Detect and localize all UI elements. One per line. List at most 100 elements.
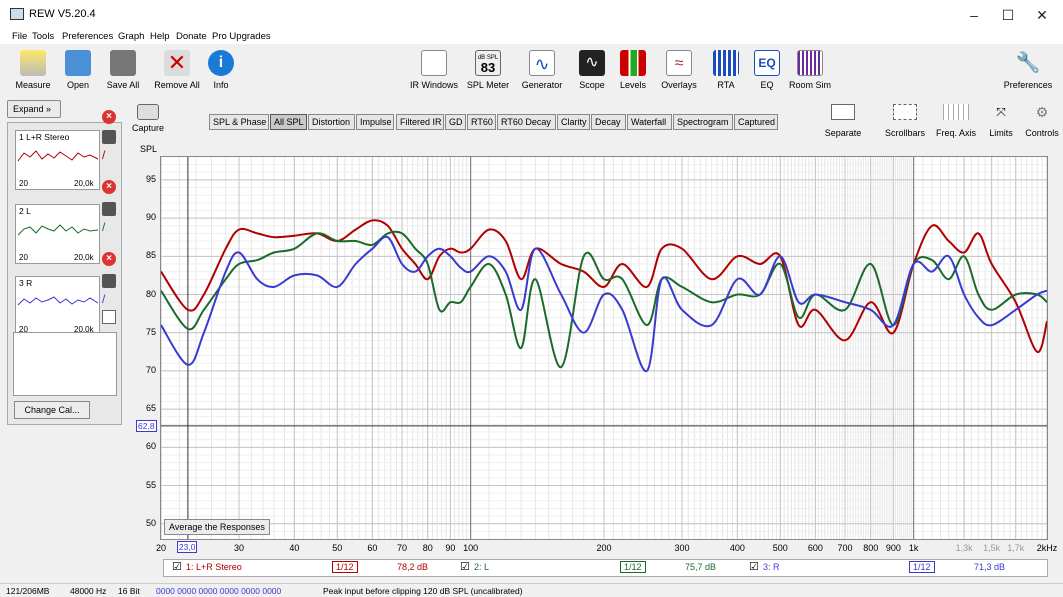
peak-input-status: Peak input before clipping 120 dB SPL (u… xyxy=(323,586,523,596)
menu-donate[interactable]: Donate xyxy=(176,31,207,42)
input-levels-status: 0000 0000 0000 0000 0000 0000 xyxy=(156,586,282,596)
tab-distortion[interactable]: Distortion xyxy=(308,114,355,130)
notes-area[interactable] xyxy=(13,332,117,396)
measurement-panel: 1 L+R Stereo 20 20,0k × / 2 L 20 20,0k ×… xyxy=(7,100,122,425)
sample-rate-status: 48000 Hz xyxy=(70,586,107,596)
x-tick-label: 1,3k xyxy=(955,543,973,553)
levels-button[interactable]: Levels xyxy=(616,50,650,90)
save-measurement-icon[interactable] xyxy=(102,202,116,216)
scrollbars-icon xyxy=(893,104,917,120)
rta-button[interactable]: RTA xyxy=(710,50,742,90)
freq-axis-button[interactable]: Freq. Axis xyxy=(932,104,980,138)
info-button[interactable]: i Info xyxy=(206,50,236,90)
measure-icon xyxy=(20,50,46,76)
scrollbars-button[interactable]: Scrollbars xyxy=(880,104,930,138)
series-value: 71,3 dB xyxy=(974,562,1006,572)
smoothing-badge[interactable]: 1/12 xyxy=(332,561,358,573)
x-cursor-readout: 23,0 xyxy=(176,541,198,553)
y-tick-label: 75 xyxy=(145,326,156,337)
measurement-thumbnail-3[interactable]: 3 R 20 20,0k xyxy=(15,276,100,336)
legend-bar: ☑ 1: L+R Stereo 1/12 78,2 dB ☑ 2: L 1/12 75,7 d… xyxy=(163,559,1048,577)
pencil-icon[interactable]: / xyxy=(102,292,116,306)
x-tick-label: 20 xyxy=(155,543,167,553)
controls-button[interactable]: ⚙ Controls xyxy=(1022,104,1062,138)
overlays-button[interactable]: ≈ Overlays xyxy=(658,50,700,90)
x-tick-label: 70 xyxy=(397,543,408,553)
remove-measurement-icon[interactable]: × xyxy=(102,110,116,124)
measurement-thumbnail-2[interactable]: 2 L 20 20,0k xyxy=(15,204,100,264)
y-tick-label: 90 xyxy=(145,212,156,223)
series-checkbox[interactable]: ☑ xyxy=(460,560,470,573)
separate-button[interactable]: Separate xyxy=(820,104,866,138)
ir-windows-button[interactable]: IR Windows xyxy=(408,50,460,90)
tab-gd[interactable]: GD xyxy=(445,114,466,130)
series-value: 78,2 dB xyxy=(397,562,429,572)
tab-impulse[interactable]: Impulse xyxy=(356,114,394,130)
spl-graph[interactable]: Average the Responses xyxy=(160,156,1048,540)
menu-pro-upgrades[interactable]: Pro Upgrades xyxy=(212,31,271,42)
series-value: 75,7 dB xyxy=(685,562,717,572)
x-tick-label: 90 xyxy=(445,543,456,553)
tick-high: 20,0k xyxy=(74,253,94,262)
tab-captured[interactable]: Captured xyxy=(734,114,778,130)
limits-button[interactable]: ⤧ Limits xyxy=(984,104,1018,138)
y-tick-label: 60 xyxy=(145,441,156,452)
remove-all-button[interactable]: ✕ Remove All xyxy=(152,50,202,90)
remove-measurement-icon[interactable]: × xyxy=(102,180,116,194)
open-button[interactable]: Open xyxy=(60,50,96,90)
series-name: 3: R xyxy=(763,562,780,572)
tab-rt60[interactable]: RT60 xyxy=(467,114,496,130)
ir-windows-icon xyxy=(421,50,447,76)
tab-waterfall[interactable]: Waterfall xyxy=(627,114,672,130)
menu-help[interactable]: Help xyxy=(150,31,170,42)
measurement-thumbnail-1[interactable]: 1 L+R Stereo 20 20,0k xyxy=(15,130,100,190)
series-name: 1: L+R Stereo xyxy=(186,562,242,572)
save-measurement-icon[interactable] xyxy=(102,130,116,144)
x-tick-label: 1k xyxy=(908,543,919,553)
save-icon xyxy=(110,50,136,76)
rta-icon xyxy=(713,50,739,76)
menu-tools[interactable]: Tools xyxy=(32,31,54,42)
notes-icon[interactable] xyxy=(102,310,116,324)
tick-low: 20 xyxy=(19,253,28,262)
generator-button[interactable]: ∿ Generator xyxy=(520,50,564,90)
save-all-button[interactable]: Save All xyxy=(104,50,142,90)
close-button[interactable]: ✕ xyxy=(1020,0,1063,30)
x-tick-label: 2kHz xyxy=(1036,543,1058,553)
preferences-button[interactable]: 🔧 Preferences xyxy=(1000,50,1056,90)
remove-measurement-icon[interactable]: × xyxy=(102,252,116,266)
capture-button[interactable]: Capture xyxy=(126,104,170,133)
x-tick-label: 80 xyxy=(422,543,433,553)
tab-spl-phase[interactable]: SPL & Phase xyxy=(209,114,269,130)
series-checkbox[interactable]: ☑ xyxy=(749,560,759,573)
tab-spectrogram[interactable]: Spectrogram xyxy=(673,114,733,130)
tab-rt60-decay[interactable]: RT60 Decay xyxy=(497,114,556,130)
spl-meter-button[interactable]: dB SPL 83 SPL Meter xyxy=(466,50,510,90)
pencil-icon[interactable]: / xyxy=(102,220,116,234)
scope-button[interactable]: ∿ Scope xyxy=(574,50,610,90)
menu-preferences[interactable]: Preferences xyxy=(62,31,113,42)
series-checkbox[interactable]: ☑ xyxy=(172,560,182,573)
menu-file[interactable]: File xyxy=(12,31,27,42)
tab-filtered-ir[interactable]: Filtered IR xyxy=(396,114,444,130)
room-sim-button[interactable]: Room Sim xyxy=(788,50,832,90)
smoothing-badge[interactable]: 1/12 xyxy=(620,561,646,573)
menu-graph[interactable]: Graph xyxy=(118,31,144,42)
pencil-icon[interactable]: / xyxy=(102,148,116,162)
tab-all-spl[interactable]: All SPL xyxy=(270,114,307,130)
tab-decay[interactable]: Decay xyxy=(591,114,626,130)
eq-button[interactable]: EQ EQ xyxy=(752,50,782,90)
menu-bar: File Tools Preferences Graph Help Donate… xyxy=(0,30,1063,44)
y-axis-label: SPL xyxy=(140,144,158,154)
levels-icon xyxy=(620,50,646,76)
freq-axis-icon xyxy=(943,104,969,120)
remove-icon: ✕ xyxy=(164,50,190,76)
toolbar: Measure Open Save All ✕ Remove All i Info … xyxy=(0,44,1063,97)
average-responses-button[interactable]: Average the Responses xyxy=(164,519,270,535)
tab-clarity[interactable]: Clarity xyxy=(557,114,590,130)
smoothing-badge[interactable]: 1/12 xyxy=(909,561,935,573)
spl-chart[interactable] xyxy=(160,157,1048,539)
measure-button[interactable]: Measure xyxy=(12,50,54,90)
change-cal-button[interactable]: Change Cal... xyxy=(14,401,90,419)
save-measurement-icon[interactable] xyxy=(102,274,116,288)
